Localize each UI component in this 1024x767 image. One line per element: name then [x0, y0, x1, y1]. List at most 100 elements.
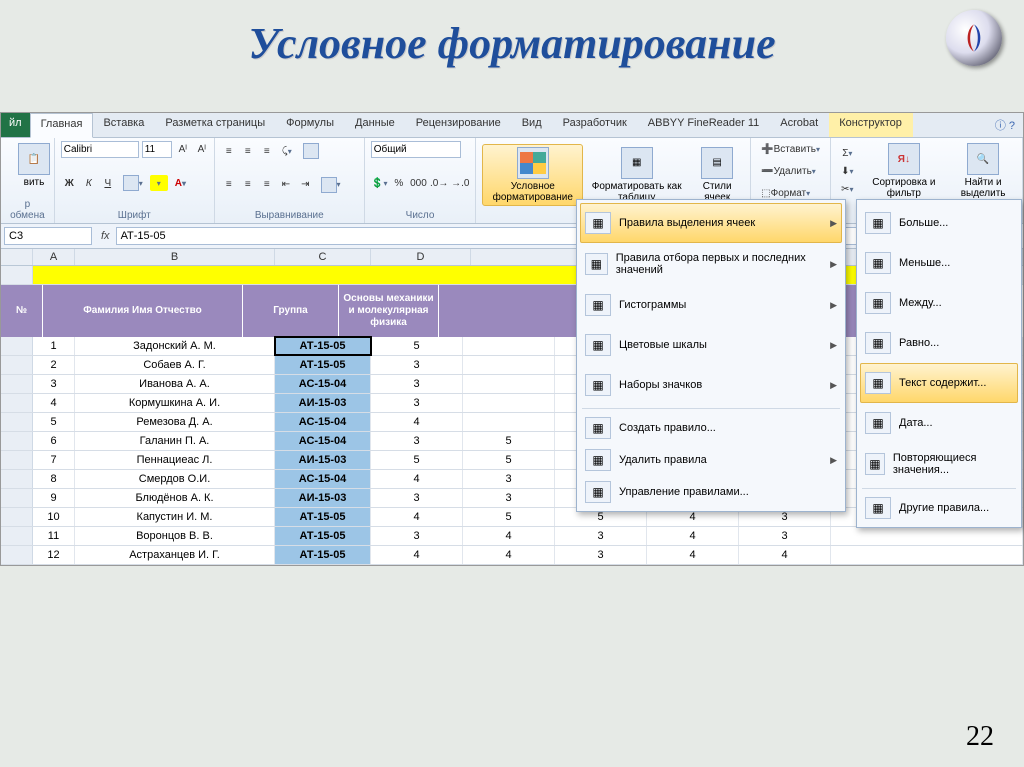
data-cell[interactable] [463, 375, 555, 393]
cell-fio[interactable]: Астраханцев И. Г. [75, 546, 275, 564]
data-cell[interactable]: 3 [371, 356, 463, 374]
fill[interactable]: ⬇ [837, 163, 857, 179]
data-cell[interactable] [463, 356, 555, 374]
data-cell[interactable]: 4 [371, 413, 463, 431]
cell-fio[interactable]: Кормушкина А. И. [75, 394, 275, 412]
cell-fio[interactable]: Блюдёнов А. К. [75, 489, 275, 507]
underline-button[interactable]: Ч [100, 175, 116, 191]
cell-num[interactable]: 12 [33, 546, 75, 564]
cell-fio[interactable]: Задонский А. М. [75, 337, 275, 355]
data-cell[interactable]: 5 [463, 508, 555, 526]
menu-item[interactable]: ▦Правила отбора первых и последних значе… [580, 243, 842, 285]
cell-num[interactable]: 9 [33, 489, 75, 507]
menu-item[interactable]: ▦Цветовые шкалы▶ [580, 325, 842, 365]
tab-insert[interactable]: Вставка [93, 113, 155, 137]
cell-num[interactable]: 5 [33, 413, 75, 431]
row-header[interactable] [1, 546, 33, 564]
row-header[interactable] [1, 527, 33, 545]
tab-data[interactable]: Данные [345, 113, 406, 137]
row-header[interactable] [1, 394, 33, 412]
col-a[interactable]: A [33, 249, 75, 265]
format-as-table-button[interactable]: ▦ Форматировать как таблицу [586, 145, 687, 205]
shrink-font[interactable]: Aᴵ [194, 142, 210, 158]
dec-decimal[interactable]: →.0 [451, 175, 469, 191]
cell-num[interactable]: 1 [33, 337, 75, 355]
grow-font[interactable]: Aᴵ [175, 142, 191, 158]
help-icon[interactable]: ⓘ ? [987, 113, 1023, 137]
cell-fio[interactable]: Пеннациеас Л. [75, 451, 275, 469]
data-cell[interactable]: 3 [371, 394, 463, 412]
tab-home[interactable]: Главная [30, 113, 94, 138]
merge[interactable] [317, 175, 345, 195]
row-header[interactable] [1, 356, 33, 374]
comma[interactable]: 000 [410, 175, 427, 191]
data-cell[interactable]: 5 [463, 451, 555, 469]
menu-item[interactable]: ▦Дата... [860, 403, 1018, 443]
cell-fio[interactable]: Иванова А. А. [75, 375, 275, 393]
align-c[interactable]: ≡ [240, 177, 256, 193]
indent-dec[interactable]: ⇤ [278, 177, 294, 193]
align-bot[interactable]: ≡ [259, 143, 275, 159]
cell-group[interactable]: АТ-15-05 [275, 356, 371, 374]
inc-decimal[interactable]: .0→ [430, 175, 448, 191]
row-header[interactable] [1, 375, 33, 393]
menu-item[interactable]: ▦Удалить правила▶ [580, 444, 842, 476]
tab-design[interactable]: Конструктор [829, 113, 913, 137]
row-header[interactable] [1, 432, 33, 450]
tab-formulas[interactable]: Формулы [276, 113, 345, 137]
menu-item[interactable]: ▦Между... [860, 283, 1018, 323]
file-tab[interactable]: йл [1, 113, 30, 137]
cell-group[interactable]: АС-15-04 [275, 470, 371, 488]
cell-fio[interactable]: Ремезова Д. А. [75, 413, 275, 431]
menu-item[interactable]: ▦Другие правила... [860, 492, 1018, 524]
align-mid[interactable]: ≡ [240, 143, 256, 159]
percent[interactable]: % [391, 175, 407, 191]
data-cell[interactable]: 3 [463, 489, 555, 507]
data-cell[interactable]: 5 [463, 432, 555, 450]
data-cell[interactable]: 4 [463, 546, 555, 564]
data-cell[interactable]: 3 [371, 527, 463, 545]
autosum[interactable]: Σ [837, 145, 857, 161]
data-cell[interactable] [463, 413, 555, 431]
data-cell[interactable]: 3 [555, 546, 647, 564]
cell-num[interactable]: 10 [33, 508, 75, 526]
font-size[interactable] [142, 141, 172, 158]
cell-num[interactable]: 4 [33, 394, 75, 412]
col-d[interactable]: D [371, 249, 471, 265]
number-format[interactable] [371, 141, 461, 158]
menu-item[interactable]: ▦Гистограммы▶ [580, 285, 842, 325]
cell-group[interactable]: АТ-15-05 [275, 546, 371, 564]
border-button[interactable] [119, 173, 147, 193]
data-cell[interactable]: 4 [371, 508, 463, 526]
cell-num[interactable]: 2 [33, 356, 75, 374]
tab-developer[interactable]: Разработчик [553, 113, 638, 137]
fx-icon[interactable]: fx [95, 230, 116, 242]
sort-filter-button[interactable]: Я↓Сортировка и фильтр [866, 141, 943, 201]
cell-num[interactable]: 8 [33, 470, 75, 488]
insert-cells[interactable]: ➕ Вставить [757, 141, 824, 157]
menu-item[interactable]: ▦Равно... [860, 323, 1018, 363]
menu-item[interactable]: ▦Наборы значков▶ [580, 365, 842, 405]
data-cell[interactable]: 3 [739, 527, 831, 545]
cell-fio[interactable]: Собаев А. Г. [75, 356, 275, 374]
data-cell[interactable]: 4 [647, 527, 739, 545]
menu-item[interactable]: ▦Больше... [860, 203, 1018, 243]
data-cell[interactable]: 3 [371, 432, 463, 450]
bold-button[interactable]: Ж [61, 175, 78, 191]
row-header[interactable] [1, 451, 33, 469]
tab-review[interactable]: Рецензирование [406, 113, 512, 137]
data-cell[interactable]: 5 [371, 451, 463, 469]
row-header[interactable] [1, 508, 33, 526]
conditional-formatting-button[interactable]: Условное форматирование [482, 144, 583, 206]
tab-acrobat[interactable]: Acrobat [770, 113, 829, 137]
font-name[interactable] [61, 141, 139, 158]
tab-layout[interactable]: Разметка страницы [155, 113, 276, 137]
cell-group[interactable]: АТ-15-05 [275, 527, 371, 545]
data-cell[interactable] [463, 337, 555, 355]
align-top[interactable]: ≡ [221, 143, 237, 159]
data-cell[interactable]: 4 [371, 546, 463, 564]
cell-group[interactable]: АТ-15-05 [275, 337, 371, 355]
name-box[interactable]: C3 [4, 227, 92, 245]
cell-num[interactable]: 11 [33, 527, 75, 545]
cell-num[interactable]: 6 [33, 432, 75, 450]
